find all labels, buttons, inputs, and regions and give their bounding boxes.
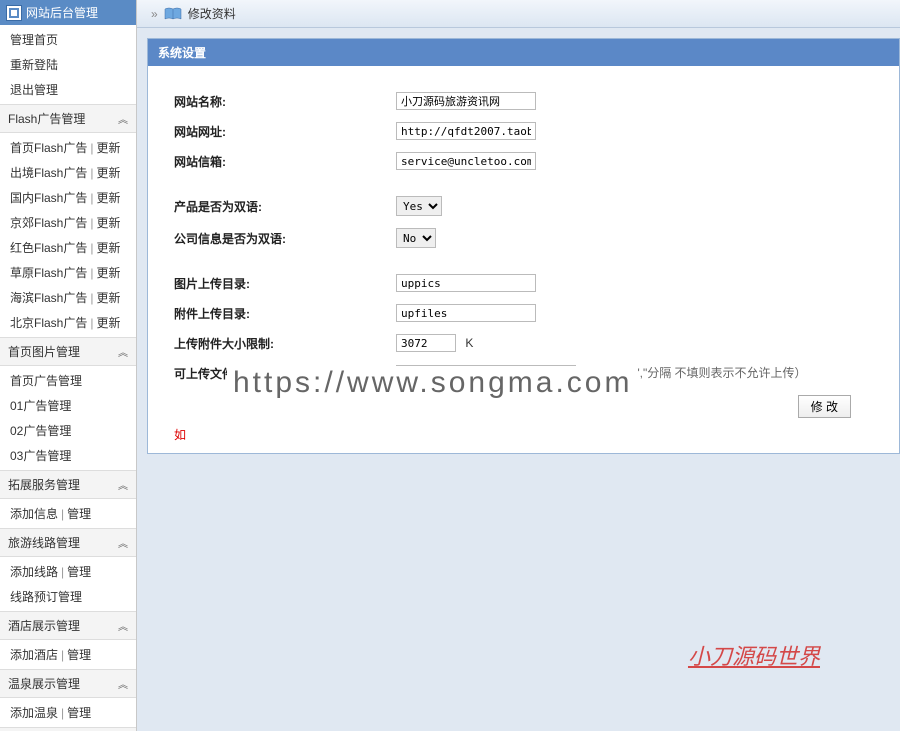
sidebar-item[interactable]: 02广告管理	[0, 418, 136, 443]
nav-separator: |	[61, 565, 64, 579]
label-site-name: 网站名称:	[166, 93, 396, 110]
settings-panel: 系统设置 网站名称: 网站网址: 网站信箱:	[147, 38, 900, 454]
size-unit: K	[465, 336, 473, 350]
nav-separator: |	[90, 216, 93, 230]
sidebar-item[interactable]: 北京Flash广告|更新	[0, 310, 136, 335]
select-co-bilingual[interactable]: No	[396, 228, 436, 248]
sidebar-item[interactable]: 添加信息|管理	[0, 501, 136, 526]
sidebar-title: 网站后台管理	[0, 0, 136, 25]
nav-separator: |	[90, 291, 93, 305]
label-ext-list: 可上传文件类型:	[166, 365, 396, 382]
submit-button[interactable]: 修 改	[798, 395, 851, 418]
chevron-icon: ︽	[118, 535, 128, 550]
label-co-bilingual: 公司信息是否为双语:	[166, 230, 396, 247]
nav-separator: |	[90, 141, 93, 155]
input-file-dir[interactable]	[396, 304, 536, 322]
breadcrumb: » 修改资料	[137, 0, 900, 28]
sidebar-item[interactable]: 京郊Flash广告|更新	[0, 210, 136, 235]
sidebar-item[interactable]: 草原Flash广告|更新	[0, 260, 136, 285]
nav-section-header[interactable]: 首页图片管理︽	[0, 337, 136, 366]
label-size-limit: 上传附件大小限制:	[166, 335, 396, 352]
sidebar-item[interactable]: 首页广告管理	[0, 368, 136, 393]
label-site-url: 网站网址:	[166, 123, 396, 140]
breadcrumb-sep: »	[151, 7, 158, 21]
breadcrumb-current: 修改资料	[188, 5, 236, 22]
nav-separator: |	[61, 648, 64, 662]
nav-section-header[interactable]: 酒店展示管理︽	[0, 611, 136, 640]
sidebar-item[interactable]: 出境Flash广告|更新	[0, 160, 136, 185]
nav-separator: |	[61, 507, 64, 521]
select-bilingual[interactable]: Yes	[396, 196, 442, 216]
input-site-url[interactable]	[396, 122, 536, 140]
nav-relogin[interactable]: 重新登陆	[0, 52, 136, 77]
book-icon	[164, 7, 182, 21]
label-pic-dir: 图片上传目录:	[166, 275, 396, 292]
chevron-icon: ︽	[118, 111, 128, 126]
nav-section-header[interactable]: 美食文化管理︽	[0, 727, 136, 731]
nav-separator: |	[90, 191, 93, 205]
label-bilingual: 产品是否为双语:	[166, 198, 396, 215]
nav-separator: |	[90, 316, 93, 330]
sidebar-item[interactable]: 添加酒店|管理	[0, 642, 136, 667]
main-area: » 修改资料 系统设置 网站名称: 网站网址:	[137, 0, 900, 731]
nav-home[interactable]: 管理首页	[0, 27, 136, 52]
ext-hint: （多个用","分隔 不填则表示不允许上传）	[587, 366, 806, 380]
sidebar-basic: 管理首页 重新登陆 退出管理	[0, 25, 136, 104]
nav-separator: |	[90, 241, 93, 255]
chevron-icon: ︽	[118, 618, 128, 633]
sidebar-item[interactable]: 首页Flash广告|更新	[0, 135, 136, 160]
nav-separator: |	[90, 166, 93, 180]
sidebar-item[interactable]: 添加线路|管理	[0, 559, 136, 584]
input-pic-dir[interactable]	[396, 274, 536, 292]
panel-title: 系统设置	[148, 39, 899, 66]
nav-section-header[interactable]: 温泉展示管理︽	[0, 669, 136, 698]
label-file-dir: 附件上传目录:	[166, 305, 396, 322]
content: 系统设置 网站名称: 网站网址: 网站信箱:	[137, 28, 900, 731]
chevron-icon: ︽	[118, 676, 128, 691]
sidebar-item[interactable]: 线路预订管理	[0, 584, 136, 609]
label-site-mail: 网站信箱:	[166, 153, 396, 170]
panel-body: 网站名称: 网站网址: 网站信箱: 产品是否为双语:	[148, 66, 899, 453]
sidebar-item[interactable]: 红色Flash广告|更新	[0, 235, 136, 260]
input-ext-list[interactable]	[396, 365, 576, 383]
nav-exit[interactable]: 退出管理	[0, 77, 136, 102]
chevron-icon: ︽	[118, 344, 128, 359]
watermark-brand: 小刀源码世界	[688, 639, 820, 671]
nav-section-header[interactable]: 旅游线路管理︽	[0, 528, 136, 557]
sidebar-item[interactable]: 01广告管理	[0, 393, 136, 418]
sidebar-item[interactable]: 添加温泉|管理	[0, 700, 136, 725]
sidebar-item[interactable]: 国内Flash广告|更新	[0, 185, 136, 210]
sidebar-item[interactable]: 03广告管理	[0, 443, 136, 468]
nav-section-header[interactable]: Flash广告管理︽	[0, 104, 136, 133]
app-icon	[6, 5, 22, 21]
chevron-icon: ︽	[118, 477, 128, 492]
input-site-mail[interactable]	[396, 152, 536, 170]
nav-separator: |	[90, 266, 93, 280]
sidebar-title-text: 网站后台管理	[26, 4, 98, 21]
red-fragment: 如	[166, 418, 881, 443]
input-site-name[interactable]	[396, 92, 536, 110]
sidebar-item[interactable]: 海滨Flash广告|更新	[0, 285, 136, 310]
nav-section-header[interactable]: 拓展服务管理︽	[0, 470, 136, 499]
nav-separator: |	[61, 706, 64, 720]
input-size-limit[interactable]	[396, 334, 456, 352]
sidebar: 网站后台管理 管理首页 重新登陆 退出管理 Flash广告管理︽首页Flash广…	[0, 0, 137, 731]
